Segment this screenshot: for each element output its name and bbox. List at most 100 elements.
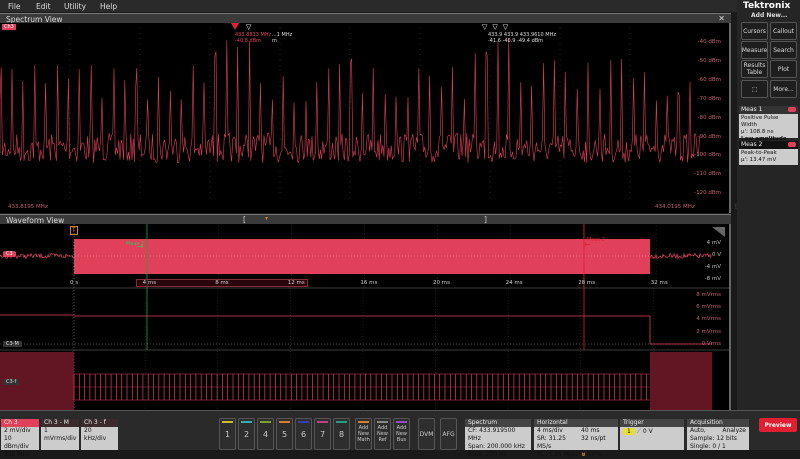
meas1-badge[interactable]: Positive Pulse Width µ': 108.8 ns Low am… — [739, 114, 798, 142]
zoom-select-icon: ⬚ — [751, 85, 758, 93]
ch3m-y-label: 0 Vrms — [701, 340, 721, 347]
spectrum-view-header: Spectrum View ✕ — [0, 13, 731, 24]
results-table-button[interactable]: Results Table — [741, 60, 768, 78]
zoom-select-button[interactable]: ⬚ — [741, 80, 768, 98]
waveform-plot[interactable]: T C3 C3-M C3-f Meas 2 → Meas 2 ← 0 s4 ms… — [0, 224, 731, 410]
reference-marker-icon[interactable] — [231, 23, 239, 30]
time-label: 16 ms — [360, 280, 378, 286]
ch3-freq-badge[interactable]: Ch 3 - f 20 kHz/div — [81, 419, 118, 450]
zoom-bracket-right-icon[interactable]: ] — [484, 215, 487, 224]
spectrum-y-label: -120 dBm — [694, 190, 721, 197]
time-label: 20 ms — [433, 280, 450, 286]
spectrum-trace — [0, 27, 700, 199]
ch3m-y-label: 6 mVrms — [696, 304, 721, 311]
ch3m-y-label: 8 mVrms — [696, 292, 721, 298]
menu-help[interactable]: Help — [100, 0, 117, 13]
add-new-heading: Add New... — [751, 12, 788, 19]
arrow-right-icon: → — [137, 242, 144, 251]
meas1-header[interactable]: Meas 1 — [739, 106, 798, 114]
spectrum-y-label: -100 dBm — [694, 152, 721, 159]
time-label: 32 ms — [650, 280, 668, 286]
spectrum-plot[interactable]: Ch3 -40 dBm -50 dBm -60 dBm -70 dBm -80 dBm -… — [0, 23, 731, 213]
measure-button[interactable]: Measure — [741, 41, 768, 59]
ch3-freq-label[interactable]: C3-f — [3, 379, 20, 385]
time-label: 0 s — [70, 280, 79, 286]
close-icon[interactable] — [788, 107, 796, 112]
more-button[interactable]: More... — [770, 80, 797, 98]
menu-file[interactable]: File — [8, 0, 21, 13]
trigger-badge[interactable]: Trigger 1 ⟋ 0 V — [620, 419, 684, 450]
close-icon[interactable] — [788, 142, 796, 147]
preview-button[interactable]: Preview — [759, 418, 797, 432]
marker-readout-right: 433.9 433.9 433.9610 MHz -41.6 -40.9 -49.… — [488, 32, 556, 44]
ch3-math-label[interactable]: C3-M — [3, 341, 22, 347]
meas2-badge[interactable]: Peak-to-Peak µ': 13.47 mV — [739, 149, 798, 165]
ch3-math-trace — [0, 314, 712, 345]
menu-utility[interactable]: Utility — [64, 0, 86, 13]
spectrum-y-label: -70 dBm — [697, 95, 721, 102]
meas2-name: Peak-to-Peak — [741, 150, 777, 156]
waveform-traces — [0, 224, 729, 410]
ch3-y-label: -4 mV — [704, 264, 721, 270]
arrow-left-icon: ← — [584, 240, 591, 249]
tektronix-logo: Tektronix — [743, 1, 791, 11]
rising-edge-icon: ⟋ — [636, 428, 641, 435]
marker-readout: ...1 MHz m — [272, 32, 293, 44]
ch3m-y-label: 2 mVrms — [696, 328, 721, 335]
plot-button[interactable]: Plot — [770, 60, 797, 78]
menu-bar: File Edit Utility Help — [0, 0, 737, 12]
acquisition-badge[interactable]: Acquisition Auto, Analyze Sample: 12 bits Si… — [687, 419, 749, 450]
horizontal-badge[interactable]: Horizontal 4 ms/div 40 ms SR: 31.25 MS/s 32 … — [534, 419, 618, 458]
marker-triangle-icon[interactable]: ▽ — [246, 23, 251, 31]
marker-triangles-icon[interactable]: ▽▽▽ — [482, 23, 513, 31]
dvm-button[interactable]: DVM — [418, 418, 435, 450]
afg-button[interactable]: AFG — [440, 418, 457, 450]
channel-1-button[interactable]: 1 — [219, 418, 236, 450]
spectrum-badge[interactable]: Spectrum CF: 433.919500 MHz Span: 200.000 … — [465, 419, 531, 458]
meas1-name: Positive Pulse Width — [741, 115, 779, 128]
spectrum-y-label: -40 dBm — [697, 39, 721, 45]
trigger-position-icon[interactable]: ▾ — [265, 215, 268, 222]
spectrum-y-label: -90 dBm — [697, 133, 721, 140]
spectrum-y-label: -80 dBm — [697, 114, 721, 121]
meas1-value: µ': 108.8 ns — [741, 129, 774, 135]
callout-button[interactable]: Callout — [770, 22, 797, 40]
zoom-bracket-left-icon[interactable]: [ — [243, 215, 246, 224]
time-label: 4 ms — [142, 280, 157, 286]
channel-badge: Ch3 — [2, 24, 16, 30]
channel-2-button[interactable]: 2 — [238, 418, 255, 450]
ch3-label[interactable]: C3 — [3, 251, 16, 257]
menu-edit[interactable]: Edit — [36, 0, 51, 13]
ch3-badge[interactable]: Ch 32 mV/div 10 dBm/div 350 MHz — [1, 419, 39, 458]
trigger-marker[interactable]: T — [70, 226, 78, 235]
time-label: 12 ms — [287, 280, 305, 286]
freq-start: 433.8195 MHz — [8, 204, 48, 210]
add-new-bus-button[interactable]: Add New Bus — [393, 418, 410, 450]
settings-bar: Ch 32 mV/div 10 dBm/div 350 MHz Ch 3 - M1 … — [0, 410, 800, 458]
ch3-y-label: 0 V — [711, 252, 721, 258]
channel-7-button[interactable]: 7 — [314, 418, 331, 450]
trigger-source: 1 — [623, 428, 635, 435]
spectrum-line — [0, 38, 700, 164]
add-new-ref-button[interactable]: Add New Ref — [374, 418, 391, 450]
add-new-math-button[interactable]: Add New Math — [355, 418, 372, 450]
time-label: 8 ms — [215, 280, 229, 286]
ch3m-y-label: 4 mVrms — [696, 316, 721, 323]
cursors-button[interactable]: Cursors — [741, 22, 768, 40]
channel-6-button[interactable]: 6 — [295, 418, 312, 450]
meas2-header[interactable]: Meas 2 — [739, 141, 798, 149]
channel-5-button[interactable]: 5 — [276, 418, 293, 450]
close-icon[interactable]: ✕ — [718, 14, 725, 23]
right-panel: Tektronix Add New... Cursors Callout Mea… — [737, 0, 800, 410]
ch3-math-badge[interactable]: Ch 3 - M1 mVrms/div — [41, 419, 79, 450]
search-button[interactable]: Search — [770, 41, 797, 59]
freq-end: 434.0195 MHz — [655, 204, 695, 210]
ch3-y-label: 4 mV — [706, 240, 721, 246]
ch3-y-label: -8 mV — [704, 276, 721, 282]
channel-8-button[interactable]: 8 — [333, 418, 350, 450]
time-label: 24 ms — [505, 280, 523, 286]
waveform-view-header: Waveform View [ ▾ ] — [0, 214, 731, 225]
channel-4-button[interactable]: 4 — [257, 418, 274, 450]
spectrum-y-label: -110 dBm — [694, 171, 721, 178]
spectrum-y-label: -60 dBm — [697, 76, 721, 83]
